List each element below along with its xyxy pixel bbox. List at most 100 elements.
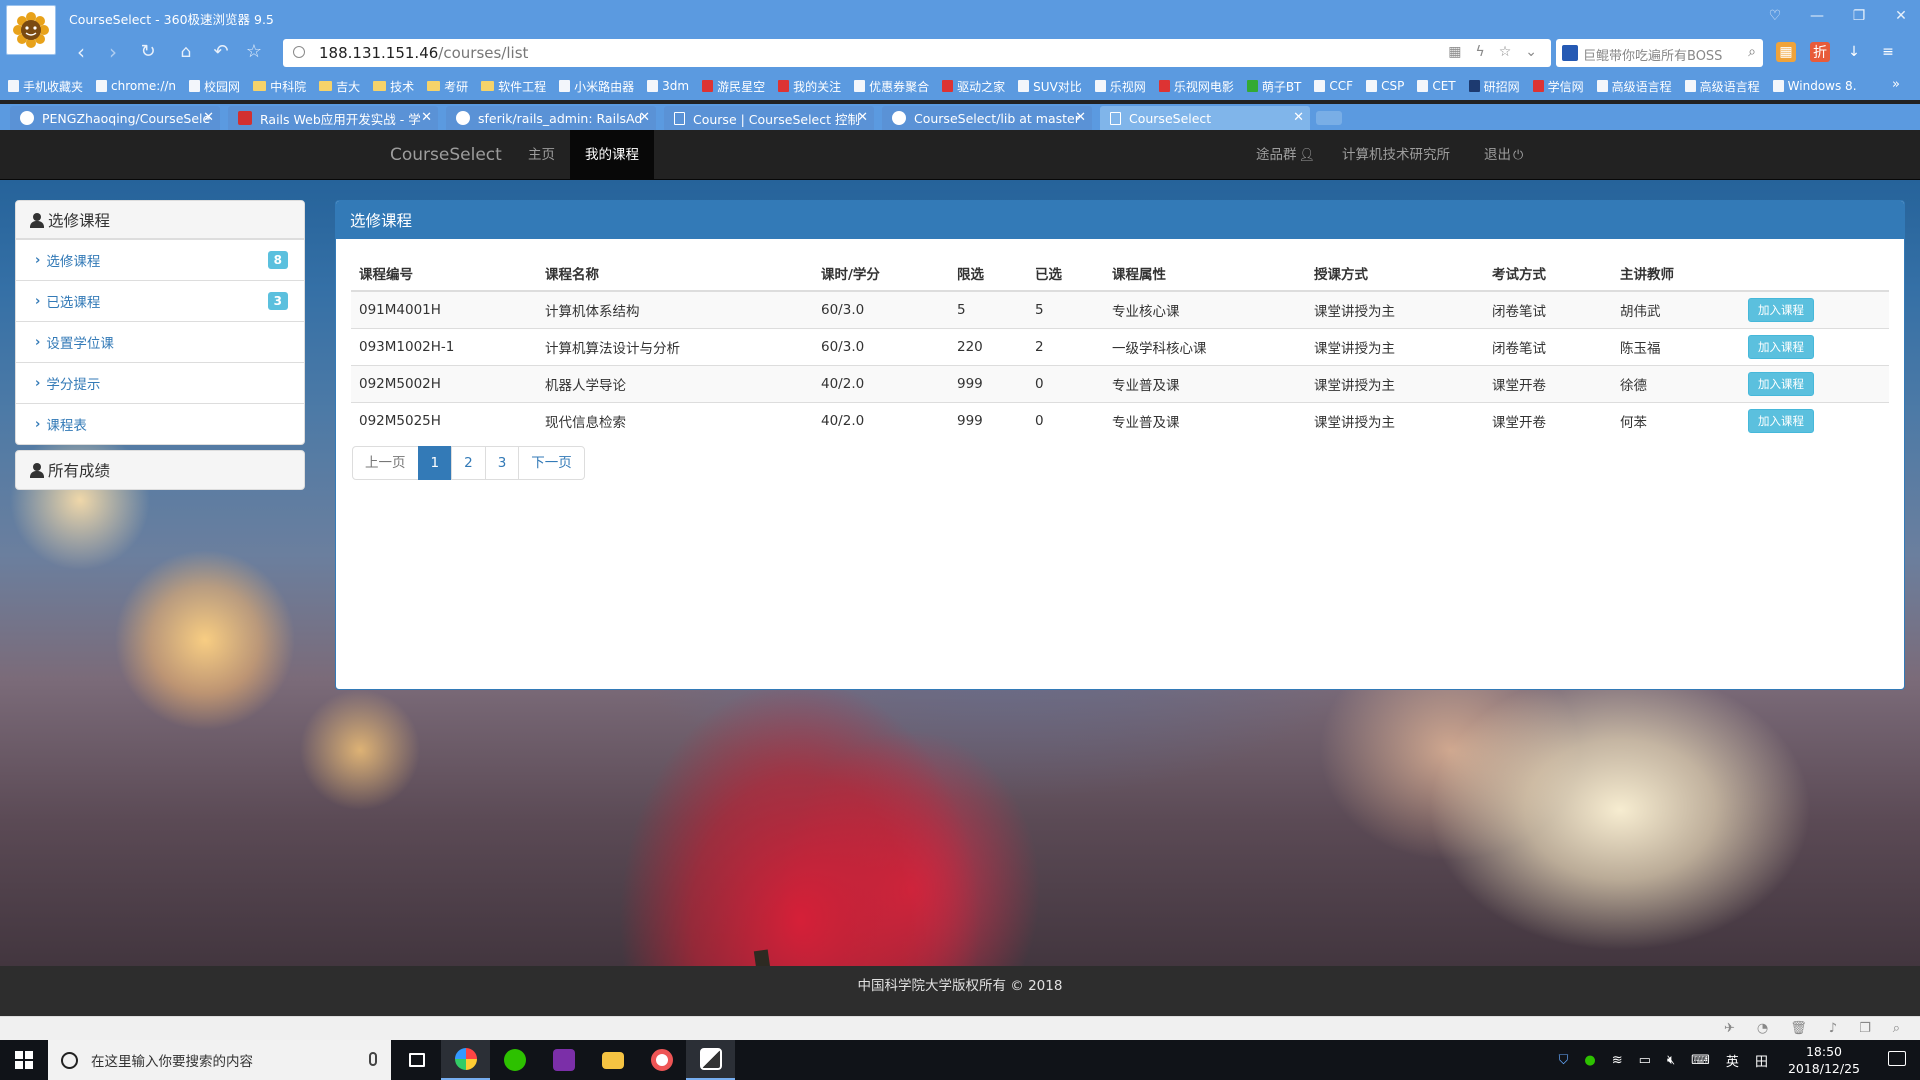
start-button[interactable] (0, 1040, 48, 1080)
window-icon[interactable]: ❐ (1859, 1021, 1871, 1036)
pagination-page[interactable]: 1 (417, 446, 453, 480)
bookmark-item[interactable]: 研招网 (1468, 78, 1520, 95)
bookmark-item[interactable]: 高级语言程 (1684, 78, 1760, 95)
tab-close-icon[interactable]: ✕ (203, 110, 214, 125)
browser-tab[interactable]: CourseSelect/lib at master ✕ (882, 106, 1092, 130)
bookmark-item[interactable]: Windows 8. (1772, 79, 1857, 93)
browser-tab[interactable]: PENGZhaoqing/CourseSele ✕ (10, 106, 220, 130)
grades-panel-heading[interactable]: 所有成绩 (15, 450, 305, 490)
ime-grid-icon[interactable]: 田 (1755, 1051, 1768, 1070)
zoom-icon[interactable]: ⌕ (1893, 1021, 1900, 1036)
url-text[interactable]: 188.131.151.46/courses/list (319, 44, 528, 62)
tab-close-icon[interactable]: ✕ (1293, 110, 1304, 125)
task-view-icon[interactable] (392, 1040, 441, 1080)
bookmark-item[interactable]: 游民星空 (702, 78, 765, 95)
address-bar[interactable]: 188.131.151.46/courses/list ▦ ϟ ☆ ⌄ (283, 39, 1551, 67)
nav-department[interactable]: 计算机技术研究所 (1327, 130, 1465, 180)
battery-icon[interactable]: ▭ (1639, 1053, 1651, 1068)
trash-icon[interactable]: 🗑︎ (1790, 1021, 1807, 1036)
defender-icon[interactable]: ⛉ (1559, 1053, 1569, 1068)
new-tab-button[interactable] (1316, 111, 1342, 125)
back-icon[interactable]: ‹ (70, 42, 92, 64)
keyboard-icon[interactable]: ⌨ (1691, 1053, 1710, 1068)
nav-logout[interactable]: 退出 ⏻ (1469, 130, 1538, 180)
bookmark-star-icon[interactable]: ☆ (1499, 44, 1512, 60)
discount-icon[interactable]: 折 (1810, 42, 1830, 62)
undo-icon[interactable]: ↶ (210, 42, 232, 64)
skin-icon[interactable]: ♡ (1766, 7, 1784, 25)
bookmark-item[interactable]: 我的关注 (778, 78, 841, 95)
forward-icon[interactable]: › (102, 42, 124, 64)
photos-icon[interactable] (686, 1040, 735, 1080)
pagination-prev[interactable]: 上一页 (352, 446, 419, 480)
bookmark-folder[interactable]: 技术 (373, 78, 414, 95)
bookmark-item[interactable]: 萌子BT (1246, 78, 1301, 95)
notification-icon[interactable] (1888, 1051, 1906, 1066)
tab-close-icon[interactable]: ✕ (857, 110, 868, 125)
tab-close-icon[interactable]: ✕ (421, 110, 432, 125)
nav-my-courses[interactable]: 我的课程 (570, 130, 654, 180)
bookmark-item[interactable]: 3dm (647, 79, 689, 93)
lightning-icon[interactable]: ϟ (1475, 44, 1484, 60)
site-info-icon[interactable] (293, 46, 305, 58)
bookmark-item[interactable]: 高级语言程 (1596, 78, 1672, 95)
tab-close-icon[interactable]: ✕ (639, 110, 650, 125)
browser-logo[interactable] (6, 5, 56, 55)
clock[interactable]: 18:50 2018/12/25 (1788, 1043, 1860, 1077)
browser-360-icon[interactable] (441, 1040, 490, 1080)
ime-indicator[interactable]: 英 (1726, 1051, 1739, 1070)
restore-icon[interactable]: ❐ (1850, 7, 1868, 25)
mute-icon[interactable]: 🔇︎ (1667, 1053, 1675, 1068)
speed-icon[interactable]: ◔ (1757, 1021, 1768, 1036)
site-brand[interactable]: CourseSelect (390, 145, 502, 165)
tab-close-icon[interactable]: ✕ (1075, 110, 1086, 125)
bookmark-item[interactable]: CET (1417, 79, 1456, 93)
browser-tab[interactable]: Rails Web应用开发实战 - 学 ✕ (228, 106, 438, 130)
home-icon[interactable]: ⌂ (175, 42, 197, 64)
bookmark-folder[interactable]: 中科院 (253, 78, 306, 95)
bookmark-item[interactable]: CSP (1366, 79, 1404, 93)
bookmark-item[interactable]: 优惠券聚合 (854, 78, 929, 95)
pagination-next[interactable]: 下一页 (518, 446, 585, 480)
sidebar-item-elective[interactable]: › 选修课程 8 (16, 239, 304, 280)
browser-tab-active[interactable]: CourseSelect ✕ (1100, 106, 1310, 130)
download-icon[interactable]: ↓ (1844, 42, 1864, 62)
search-box[interactable]: 巨鲲带你吃遍所有BOSS ⌕ (1556, 39, 1763, 67)
bookmark-item[interactable]: 学信网 (1532, 78, 1584, 95)
volume-icon[interactable]: ♪ (1829, 1021, 1837, 1036)
bookmark-item[interactable]: 乐视网电影 (1158, 78, 1234, 95)
onenote-icon[interactable] (539, 1040, 588, 1080)
browser-tab[interactable]: sferik/rails_admin: RailsAd ✕ (446, 106, 656, 130)
qr-icon[interactable]: ▦ (1448, 44, 1461, 60)
media-player-icon[interactable] (637, 1040, 686, 1080)
sidebar-item-selected[interactable]: › 已选课程 3 (16, 280, 304, 321)
bookmark-item[interactable]: chrome://n (96, 79, 176, 93)
pagination-page[interactable]: 3 (484, 446, 520, 480)
add-course-button[interactable]: 加入课程 (1748, 408, 1814, 433)
bookmark-item[interactable]: 小米路由器 (559, 78, 634, 95)
sidebar-item-timetable[interactable]: › 课程表 (16, 403, 304, 444)
bookmark-item[interactable]: 乐视网 (1094, 78, 1146, 95)
bookmark-item[interactable]: SUV对比 (1018, 78, 1082, 95)
bookmark-item[interactable]: CCF (1314, 79, 1353, 93)
minimize-icon[interactable]: — (1808, 7, 1826, 25)
bookmark-folder[interactable]: 吉大 (319, 78, 360, 95)
reload-icon[interactable]: ↻ (137, 42, 159, 64)
bookmark-item[interactable]: 手机收藏夹 (8, 78, 83, 95)
rocket-icon[interactable]: ✈ (1724, 1021, 1735, 1036)
wechat-tray-icon[interactable]: ● (1584, 1053, 1595, 1068)
sidebar-item-credits[interactable]: › 学分提示 (16, 362, 304, 403)
bookmark-item[interactable]: 驱动之家 (942, 78, 1005, 95)
add-course-button[interactable]: 加入课程 (1748, 297, 1814, 322)
close-icon[interactable]: ✕ (1892, 7, 1910, 25)
apps-icon[interactable]: ▦ (1776, 42, 1796, 62)
wifi-icon[interactable]: ≋ (1612, 1053, 1623, 1068)
taskbar-search[interactable]: 在这里输入你要搜索的内容 (48, 1040, 391, 1080)
add-course-button[interactable]: 加入课程 (1748, 334, 1814, 359)
nav-home[interactable]: 主页 (513, 130, 570, 180)
microphone-icon[interactable] (369, 1052, 377, 1066)
bookmark-folder[interactable]: 考研 (427, 78, 468, 95)
browser-tab[interactable]: Course | CourseSelect 控制 ✕ (664, 106, 874, 130)
add-course-button[interactable]: 加入课程 (1748, 371, 1814, 396)
search-icon[interactable]: ⌕ (1748, 44, 1756, 60)
